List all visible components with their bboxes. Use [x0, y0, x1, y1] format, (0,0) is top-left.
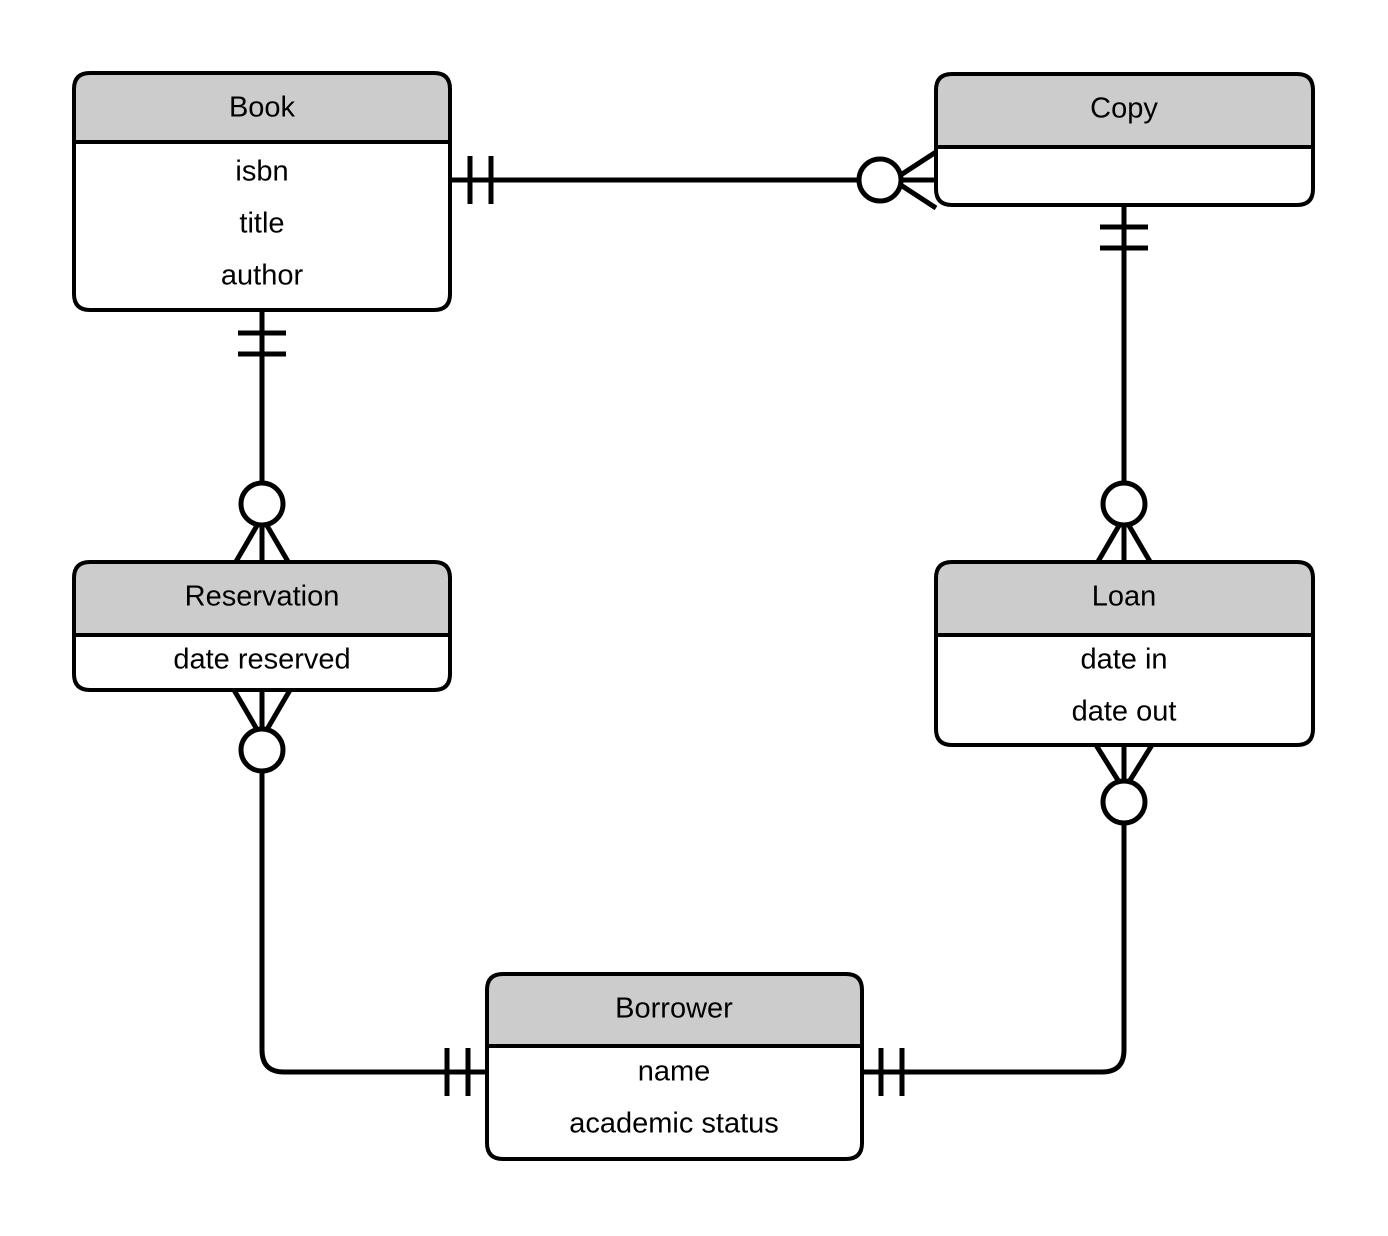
relationship-loan-borrower[interactable]: [862, 743, 1155, 1096]
entity-book-attr-author: author: [221, 260, 304, 292]
optional-ring-reservation-top: [238, 480, 286, 528]
entity-loan-title: Loan: [1092, 581, 1157, 613]
optional-ring-reservation-bottom: [238, 726, 286, 774]
entity-loan-attr-date-out: date out: [1072, 696, 1177, 728]
entity-borrower-attr-academic-status: academic status: [569, 1108, 779, 1140]
entity-copy[interactable]: Copy: [934, 72, 1315, 207]
entity-borrower-attr-name: name: [638, 1056, 711, 1088]
entity-reservation[interactable]: Reservation date reserved: [72, 560, 452, 692]
entity-copy-body: [934, 147, 1315, 207]
entity-reservation-attr-date-reserved: date reserved: [173, 644, 350, 676]
entity-reservation-title: Reservation: [185, 581, 340, 613]
entity-loan[interactable]: Loan date in date out: [934, 560, 1315, 747]
relationship-reservation-borrower-line: [259, 690, 487, 1075]
entity-book-title: Book: [229, 92, 296, 124]
entity-book-attr-title: title: [239, 208, 284, 240]
optional-ring-loan-top: [1100, 480, 1148, 528]
entity-borrower-title: Borrower: [615, 993, 733, 1025]
er-diagram-svg: Book isbn title author Copy Reservation …: [72, 71, 1315, 1161]
entity-borrower[interactable]: Borrower name academic status: [485, 972, 864, 1161]
relationship-book-reservation[interactable]: [231, 310, 293, 567]
optional-ring-loan-bottom: [1100, 778, 1148, 826]
relationship-reservation-borrower[interactable]: [231, 688, 487, 1096]
relationship-book-copy[interactable]: [450, 149, 938, 211]
entity-book[interactable]: Book isbn title author: [72, 71, 452, 312]
relationship-loan-borrower-line: [862, 745, 1127, 1075]
relationship-copy-loan[interactable]: [1093, 205, 1155, 567]
entity-copy-title: Copy: [1090, 93, 1158, 125]
entity-book-attr-isbn: isbn: [235, 156, 288, 188]
optional-ring-copy: [856, 156, 904, 204]
entity-loan-attr-date-in: date in: [1080, 644, 1167, 676]
er-diagram-canvas: Book isbn title author Copy Reservation …: [0, 0, 1388, 1236]
